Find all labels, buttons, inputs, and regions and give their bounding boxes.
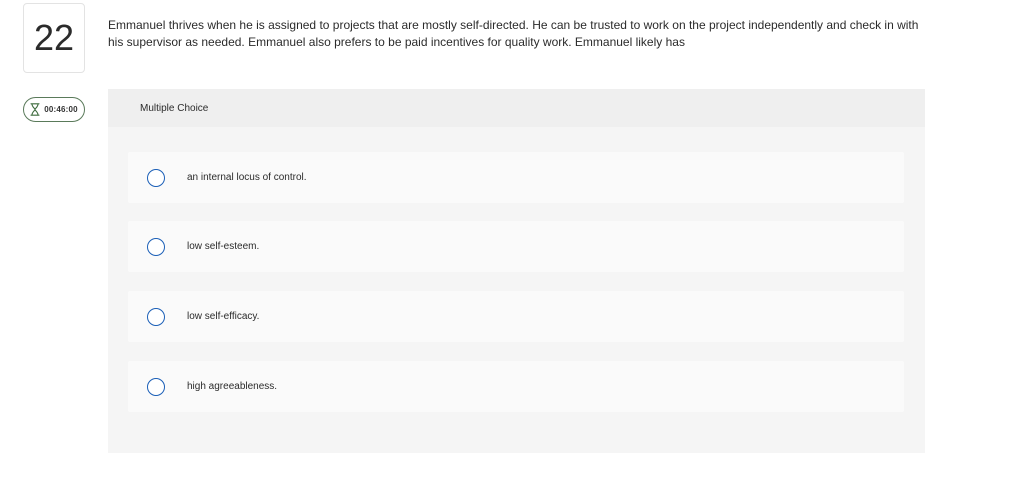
radio-button[interactable] xyxy=(147,237,165,256)
answer-option-label: an internal locus of control. xyxy=(187,172,307,183)
answer-option-4[interactable]: high agreeableness. xyxy=(128,361,904,412)
answer-option-label: low self-esteem. xyxy=(187,241,260,252)
radio-button[interactable] xyxy=(147,307,165,326)
answer-option-1[interactable]: an internal locus of control. xyxy=(128,152,904,203)
answer-option-2[interactable]: low self-esteem. xyxy=(128,221,904,272)
radio-button[interactable] xyxy=(147,377,165,396)
quiz-page: 22 00:46:00 Emmanuel thrives when he is … xyxy=(0,0,1024,483)
radio-button[interactable] xyxy=(147,168,165,187)
question-prompt: Emmanuel thrives when he is assigned to … xyxy=(108,18,919,49)
question-type-label: Multiple Choice xyxy=(108,89,925,127)
question-number: 22 xyxy=(23,3,85,73)
answer-panel: Multiple Choice an internal locus of con… xyxy=(108,89,925,453)
answer-option-label: high agreeableness. xyxy=(187,381,278,392)
timer-value: 00:46:00 xyxy=(44,105,78,114)
hourglass-icon xyxy=(30,103,40,116)
answer-option-3[interactable]: low self-efficacy. xyxy=(128,291,904,342)
timer-badge[interactable]: 00:46:00 xyxy=(23,97,85,122)
answer-option-label: low self-efficacy. xyxy=(187,311,260,322)
